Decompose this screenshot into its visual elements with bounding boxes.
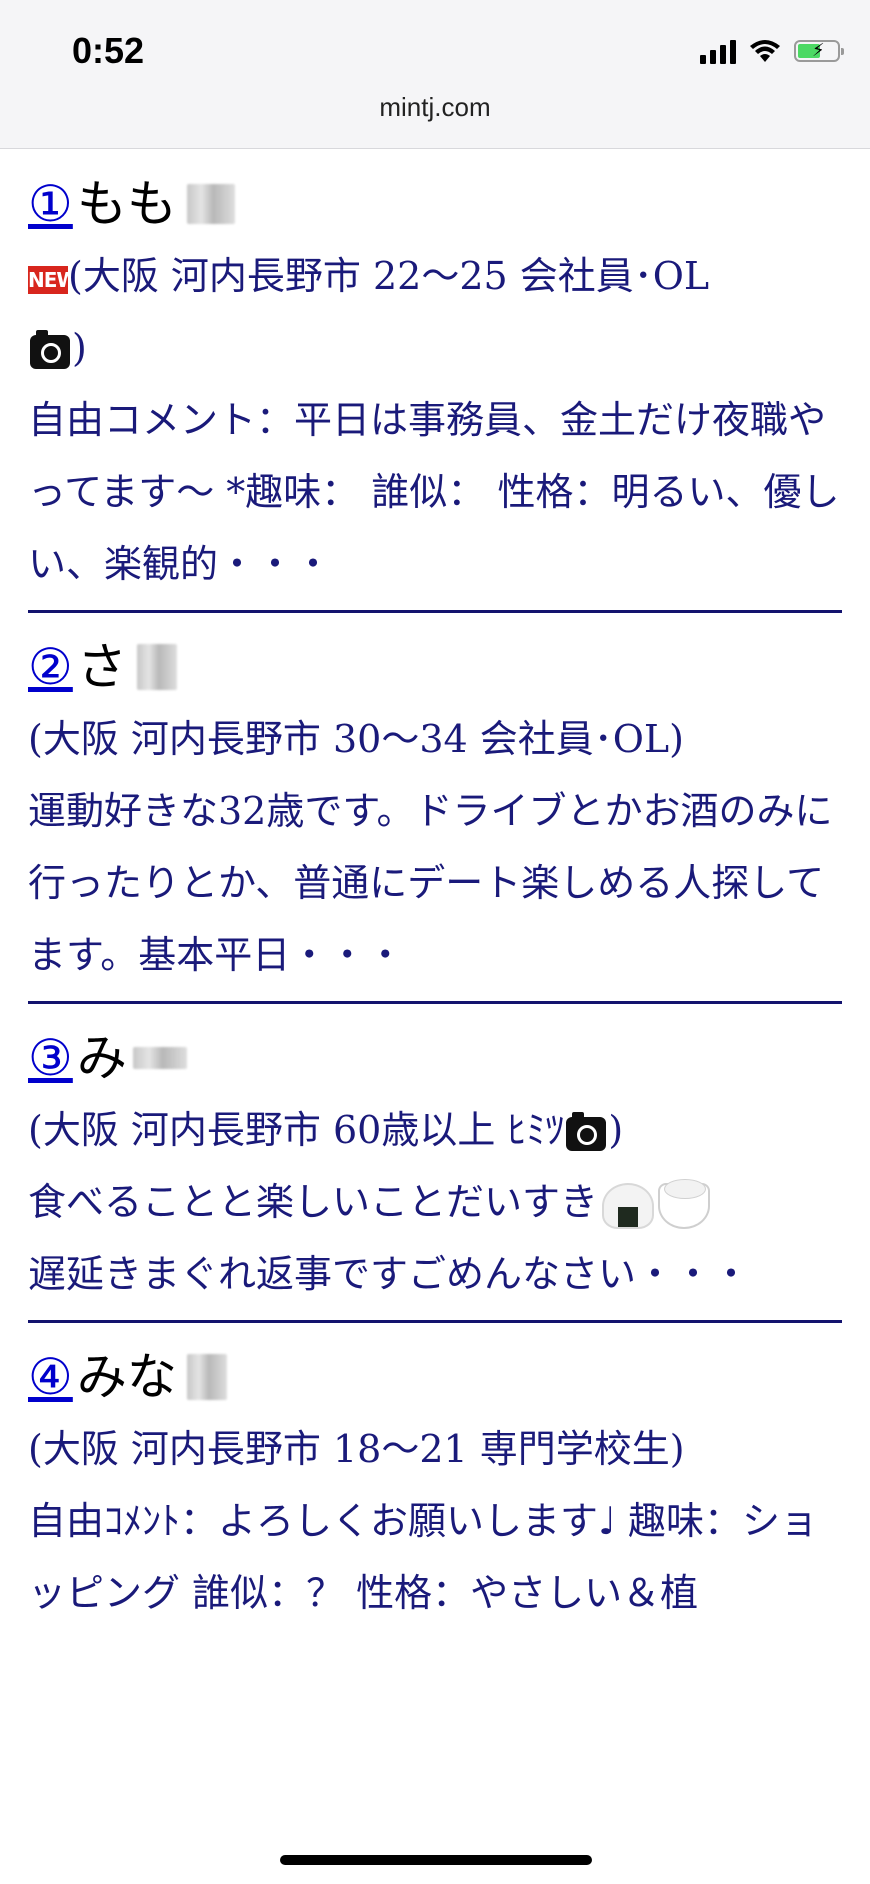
entry-number-link[interactable]: ① — [28, 179, 73, 229]
system-icons: ⚡ — [700, 38, 844, 64]
entry-comment-line: 食べることと楽しいことだいすき — [28, 1180, 599, 1224]
entry-header: ④ みな — [28, 1341, 842, 1413]
blurred-name-icon — [186, 1354, 227, 1400]
entry-comment: 自由ｺﾒﾝﾄ：よろしくお願いします♩ 趣味：ショッピング 誰似：？ 性格：やさし… — [28, 1499, 819, 1615]
list-item: ① もも NEW(大阪 河内長野市 22〜25 会社員･OL ) 自由コメント：… — [28, 150, 842, 613]
entry-meta-text: (大阪 河内長野市 60歳以上 ﾋﾐﾂ — [28, 1108, 565, 1152]
entry-meta: (大阪 河内長野市 30〜34 会社員･OL) — [28, 717, 684, 761]
status-time: 0:52 — [72, 30, 145, 71]
entry-comment: 運動好きな32歳です。ドライブとかお酒のみに行ったりとか、普通にデート楽しめる人… — [28, 789, 833, 977]
camera-icon — [566, 1111, 607, 1151]
entry-number-link[interactable]: ③ — [28, 1033, 73, 1083]
entry-meta-close: ) — [72, 326, 87, 370]
entry-meta: NEW(大阪 河内長野市 22〜25 会社員･OL ) — [28, 240, 842, 384]
new-badge-icon: NEW — [28, 265, 78, 294]
address-bar-url[interactable]: mintj.com — [0, 92, 870, 123]
entry-meta: (大阪 河内長野市 18〜21 専門学校生) — [28, 1427, 685, 1471]
list-item: ④ みな (大阪 河内長野市 18〜21 専門学校生) 自由ｺﾒﾝﾄ：よろしくお… — [28, 1323, 842, 1629]
battery-charging-icon: ⚡ — [794, 40, 844, 62]
entry-name: さ — [76, 638, 127, 696]
blurred-name-icon — [132, 1047, 187, 1069]
blurred-name-icon — [136, 644, 177, 690]
entry-header: ① もも — [28, 168, 842, 240]
entry-name: もも — [76, 175, 177, 233]
entry-number-link[interactable]: ② — [28, 642, 73, 692]
entry-name: みな — [76, 1348, 177, 1406]
entry-header: ② さ — [28, 631, 842, 703]
onigiri-icon — [602, 1182, 655, 1229]
profile-list: ① もも NEW(大阪 河内長野市 22〜25 会社員･OL ) 自由コメント：… — [28, 150, 842, 1629]
entry-number-link[interactable]: ④ — [28, 1352, 73, 1402]
entry-comment: 食べることと楽しいことだいすき 遅延きまぐれ返事ですごめんなさい・・・ — [28, 1166, 842, 1310]
list-item: ③ み (大阪 河内長野市 60歳以上 ﾋﾐﾂ) 食べることと楽しいことだいすき… — [28, 1004, 842, 1323]
entry-comment-rest: 遅延きまぐれ返事ですごめんなさい・・・ — [28, 1252, 751, 1296]
entry-comment: 自由コメント：平日は事務員、金土だけ夜職やってます〜 *趣味： 誰似： 性格：明… — [28, 398, 840, 586]
entry-name: み — [76, 1029, 127, 1087]
entry-meta-text: (大阪 河内長野市 22〜25 会社員･OL — [68, 254, 710, 298]
rice-bowl-icon — [658, 1178, 711, 1229]
signal-icon — [700, 38, 736, 64]
camera-icon — [30, 329, 70, 369]
list-item: ② さ (大阪 河内長野市 30〜34 会社員･OL) 運動好きな32歳です。ド… — [28, 613, 842, 1004]
home-indicator[interactable] — [280, 1855, 592, 1865]
wifi-icon — [750, 40, 780, 62]
status-bar: 0:52 ⚡ mintj.com — [0, 0, 870, 149]
entry-meta-close: ) — [608, 1108, 624, 1152]
entry-meta: (大阪 河内長野市 60歳以上 ﾋﾐﾂ) — [28, 1094, 842, 1166]
entry-header: ③ み — [28, 1022, 842, 1094]
blurred-name-icon — [186, 184, 235, 224]
